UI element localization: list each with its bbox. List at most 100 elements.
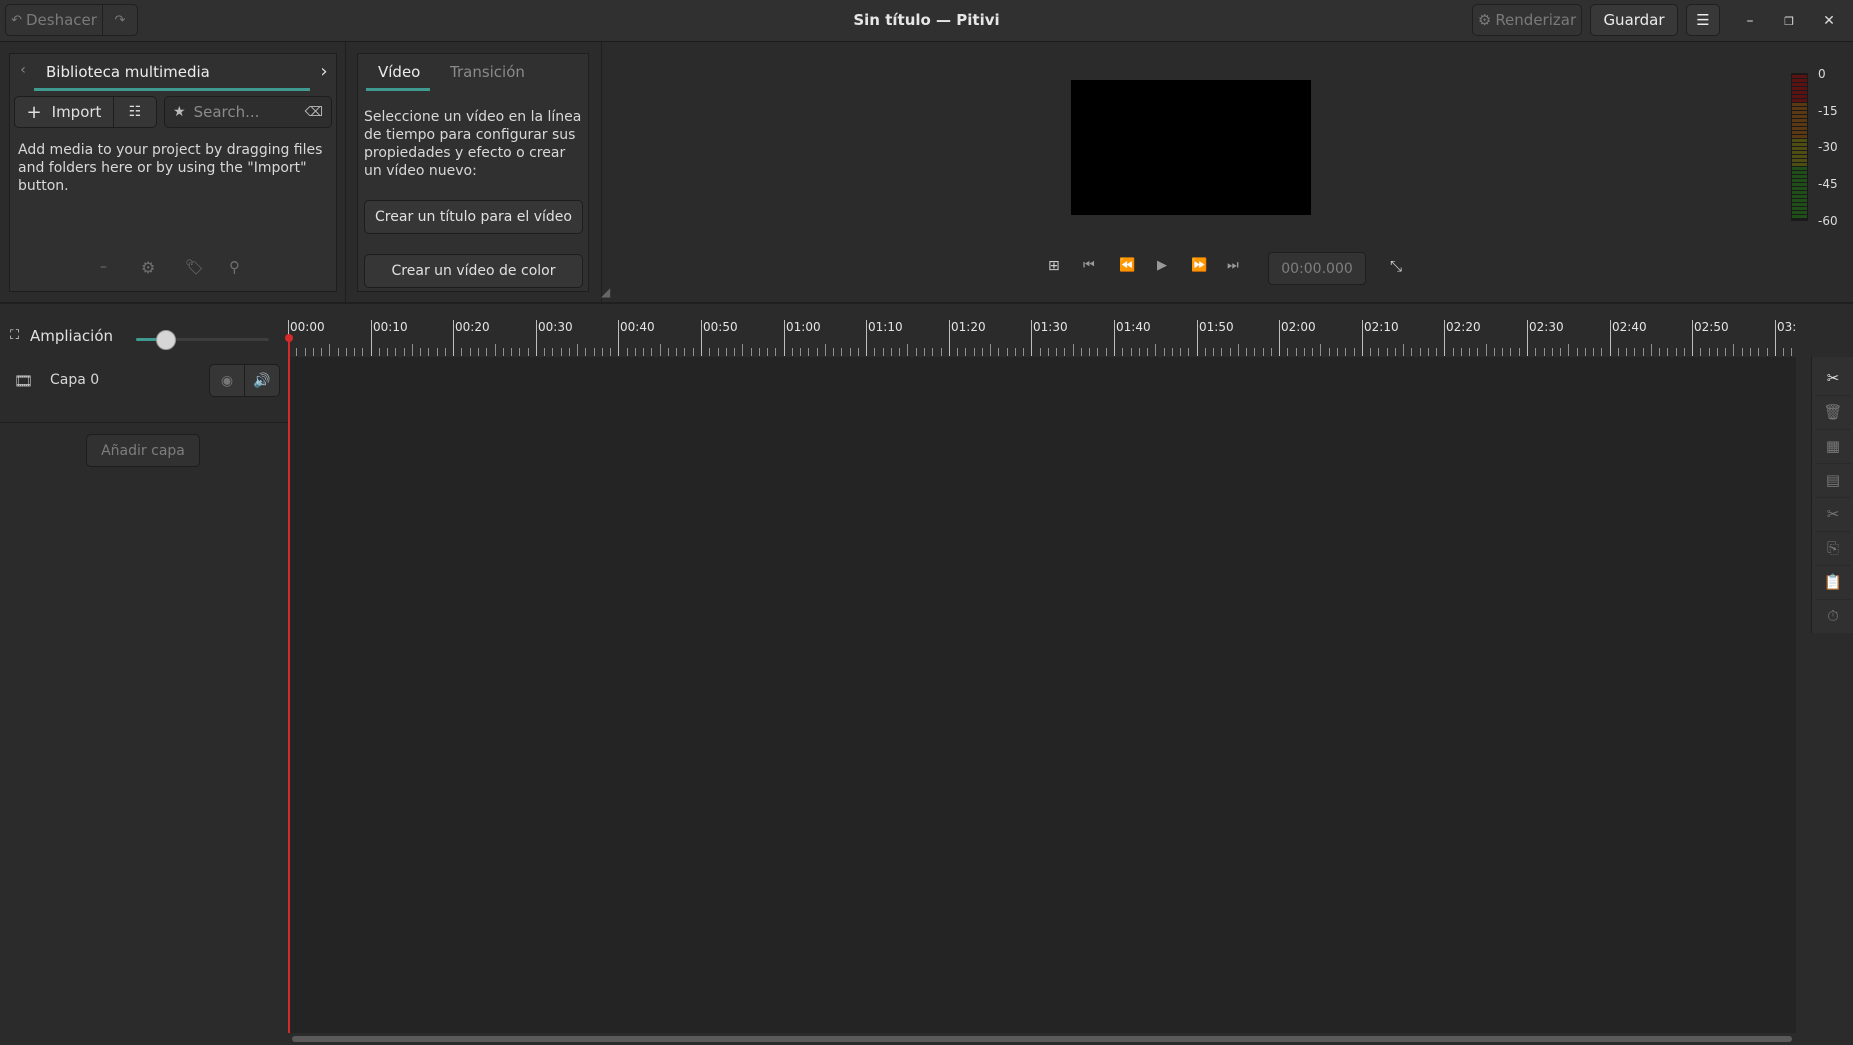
proxy-icon[interactable]: ⚲ bbox=[229, 258, 240, 276]
ruler-minor-tick bbox=[1122, 348, 1123, 356]
ruler-label: 00:00 bbox=[290, 320, 325, 334]
tab-transition[interactable]: Transición bbox=[450, 63, 525, 81]
ruler-minor-tick bbox=[1560, 348, 1561, 356]
add-layer-button[interactable]: Añadir capa bbox=[86, 434, 200, 467]
layer-visibility-button[interactable]: ◉ bbox=[209, 364, 245, 397]
rewind-icon[interactable]: ⏪ bbox=[1119, 258, 1135, 273]
ruler-minor-tick bbox=[742, 344, 743, 356]
zoom-fit-icon[interactable]: ⛶ bbox=[10, 328, 19, 343]
search-field[interactable]: ★ Search... ⌫ bbox=[164, 96, 332, 128]
ruler-minor-tick bbox=[1486, 344, 1487, 356]
ruler-minor-tick bbox=[602, 348, 603, 356]
playhead[interactable] bbox=[288, 336, 290, 1033]
clear-icon[interactable]: ⌫ bbox=[305, 105, 323, 120]
zoom-slider[interactable] bbox=[136, 330, 269, 350]
meter-segment bbox=[1792, 199, 1807, 202]
minimize-button[interactable]: – bbox=[1737, 8, 1763, 34]
ruler-minor-tick bbox=[1767, 348, 1768, 356]
viewer-resize-handle[interactable]: ◢ bbox=[601, 285, 617, 301]
list-view-button[interactable]: ☷ bbox=[113, 96, 157, 128]
star-icon: ★ bbox=[173, 104, 186, 120]
timeline-scrollbar[interactable] bbox=[288, 1033, 1796, 1045]
delete-tool[interactable]: 🗑 bbox=[1815, 395, 1851, 428]
meter-segment bbox=[1792, 99, 1807, 102]
meter-segment bbox=[1792, 215, 1807, 218]
ruler-minor-tick bbox=[1040, 348, 1041, 356]
ruler-minor-tick bbox=[1552, 348, 1553, 356]
meter-segment bbox=[1792, 83, 1807, 86]
ruler-minor-tick bbox=[1395, 348, 1396, 356]
tab-media-library[interactable]: Biblioteca multimedia bbox=[46, 63, 210, 81]
redo-button[interactable]: ↷ bbox=[102, 4, 138, 36]
save-button[interactable]: Guardar bbox=[1590, 4, 1678, 36]
ruler-minor-tick bbox=[1420, 348, 1421, 356]
maximize-button[interactable]: ❐ bbox=[1776, 8, 1802, 34]
undo-button[interactable]: ↶ Deshacer bbox=[5, 4, 103, 36]
meter-segment bbox=[1792, 203, 1807, 206]
ruler-label: 02:50 bbox=[1694, 320, 1729, 334]
ruler-minor-tick bbox=[387, 348, 388, 356]
ruler-minor-tick bbox=[1618, 348, 1619, 356]
group-tool[interactable]: ▦ bbox=[1815, 429, 1851, 462]
tab-scroll-left[interactable]: ‹ bbox=[13, 62, 33, 86]
tab-scroll-right[interactable]: › bbox=[314, 61, 334, 85]
ruler-minor-tick bbox=[734, 348, 735, 356]
ungroup-tool[interactable]: ▤ bbox=[1815, 463, 1851, 496]
playhead-marker[interactable] bbox=[285, 334, 293, 342]
render-button[interactable]: ⚙ Renderizar bbox=[1472, 4, 1582, 36]
tab-video[interactable]: Vídeo bbox=[378, 63, 420, 81]
ruler-minor-tick bbox=[1097, 348, 1098, 356]
ruler-minor-tick bbox=[1221, 348, 1222, 356]
ruler-minor-tick bbox=[825, 344, 826, 356]
meter-segment bbox=[1792, 155, 1807, 158]
settings-icon[interactable]: ⚙ bbox=[141, 258, 155, 277]
create-title-button[interactable]: Crear un título para el vídeo bbox=[364, 200, 583, 234]
ruler-minor-tick bbox=[1733, 344, 1734, 356]
import-button[interactable]: + Import bbox=[14, 96, 114, 128]
ruler-minor-tick bbox=[924, 348, 925, 356]
ruler-label: 01:50 bbox=[1199, 320, 1234, 334]
ruler-minor-tick bbox=[767, 348, 768, 356]
meter-segment bbox=[1792, 163, 1807, 166]
cut-tool[interactable]: ✂ bbox=[1815, 497, 1851, 530]
ruler-minor-tick bbox=[1230, 348, 1231, 356]
ruler-label: 02:00 bbox=[1281, 320, 1316, 334]
undock-viewer-icon[interactable]: ⤡ bbox=[1390, 257, 1402, 275]
menu-button[interactable]: ☰ bbox=[1686, 4, 1720, 36]
panel-divider[interactable] bbox=[345, 42, 346, 302]
play-icon[interactable]: ▶ bbox=[1157, 258, 1167, 273]
tag-icon[interactable]: 🏷 bbox=[185, 258, 204, 276]
ruler-minor-tick bbox=[1519, 348, 1520, 356]
go-to-start-icon[interactable]: ⏮ bbox=[1083, 258, 1095, 273]
scrollbar-thumb[interactable] bbox=[292, 1036, 1792, 1042]
ruler-minor-tick bbox=[726, 348, 727, 356]
ruler-minor-tick bbox=[833, 348, 834, 356]
ruler-minor-tick bbox=[916, 348, 917, 356]
ruler-minor-tick bbox=[1238, 344, 1239, 356]
fast-forward-icon[interactable]: ⏩ bbox=[1191, 258, 1207, 273]
layer-name[interactable]: Capa 0 bbox=[50, 372, 99, 388]
ruler-minor-tick bbox=[800, 348, 801, 356]
copy-tool[interactable]: ⎘ bbox=[1815, 531, 1851, 564]
go-to-end-icon[interactable]: ⏭ bbox=[1227, 258, 1239, 273]
timeline-canvas[interactable] bbox=[288, 357, 1796, 1033]
ruler-major-tick bbox=[1114, 320, 1115, 356]
zoom-slider-handle[interactable] bbox=[156, 330, 176, 350]
timecode-field[interactable]: 00:00.000 bbox=[1268, 252, 1366, 285]
speed-tool[interactable]: ⏱ bbox=[1815, 599, 1851, 632]
ruler-minor-tick bbox=[1700, 348, 1701, 356]
ruler-minor-tick bbox=[1164, 348, 1165, 356]
search-input[interactable]: Search... bbox=[194, 103, 305, 121]
ruler-minor-tick bbox=[395, 348, 396, 356]
ruler-major-tick bbox=[371, 320, 372, 356]
create-color-video-button[interactable]: Crear un vídeo de color bbox=[364, 254, 583, 288]
ruler-minor-tick bbox=[1056, 348, 1057, 356]
remove-icon[interactable]: – bbox=[100, 259, 107, 275]
paste-tool[interactable]: 📋 bbox=[1815, 565, 1851, 598]
meter-label-30: -30 bbox=[1818, 140, 1838, 154]
layer-audio-button[interactable]: 🔊 bbox=[244, 364, 280, 397]
close-button[interactable]: ✕ bbox=[1816, 8, 1842, 34]
ruler-minor-tick bbox=[1296, 348, 1297, 356]
split-tool[interactable]: ✂ bbox=[1815, 361, 1851, 394]
safe-areas-icon[interactable]: ⊞ bbox=[1048, 258, 1060, 274]
